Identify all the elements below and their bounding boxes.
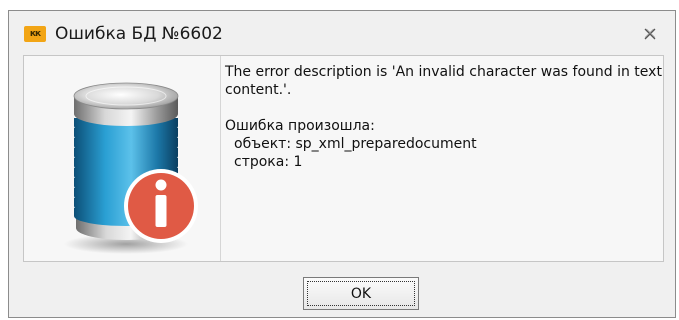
icon-area — [24, 56, 221, 261]
error-heading: Ошибка произошла: — [225, 118, 375, 134]
title-bar[interactable]: кк Ошибка БД №6602 — [9, 11, 675, 53]
error-dialog: кк Ошибка БД №6602 The error description… — [8, 10, 676, 318]
error-message: The error description is 'An invalid cha… — [225, 63, 662, 171]
close-button[interactable] — [639, 25, 661, 43]
error-description-line: The error description is 'An invalid cha… — [225, 64, 662, 80]
ok-button-label: OK — [307, 281, 415, 306]
close-icon — [644, 28, 656, 40]
error-description-continuation: content.'. — [225, 82, 292, 98]
database-info-icon — [64, 82, 198, 254]
ok-button[interactable]: OK — [303, 277, 419, 310]
message-panel: The error description is 'An invalid cha… — [23, 55, 664, 262]
error-object: объект: sp_xml_preparedocument — [234, 136, 477, 152]
app-logo-icon: кк — [24, 26, 46, 42]
error-row: строка: 1 — [234, 154, 303, 170]
window-title: Ошибка БД №6602 — [55, 24, 223, 44]
info-icon — [124, 169, 198, 243]
